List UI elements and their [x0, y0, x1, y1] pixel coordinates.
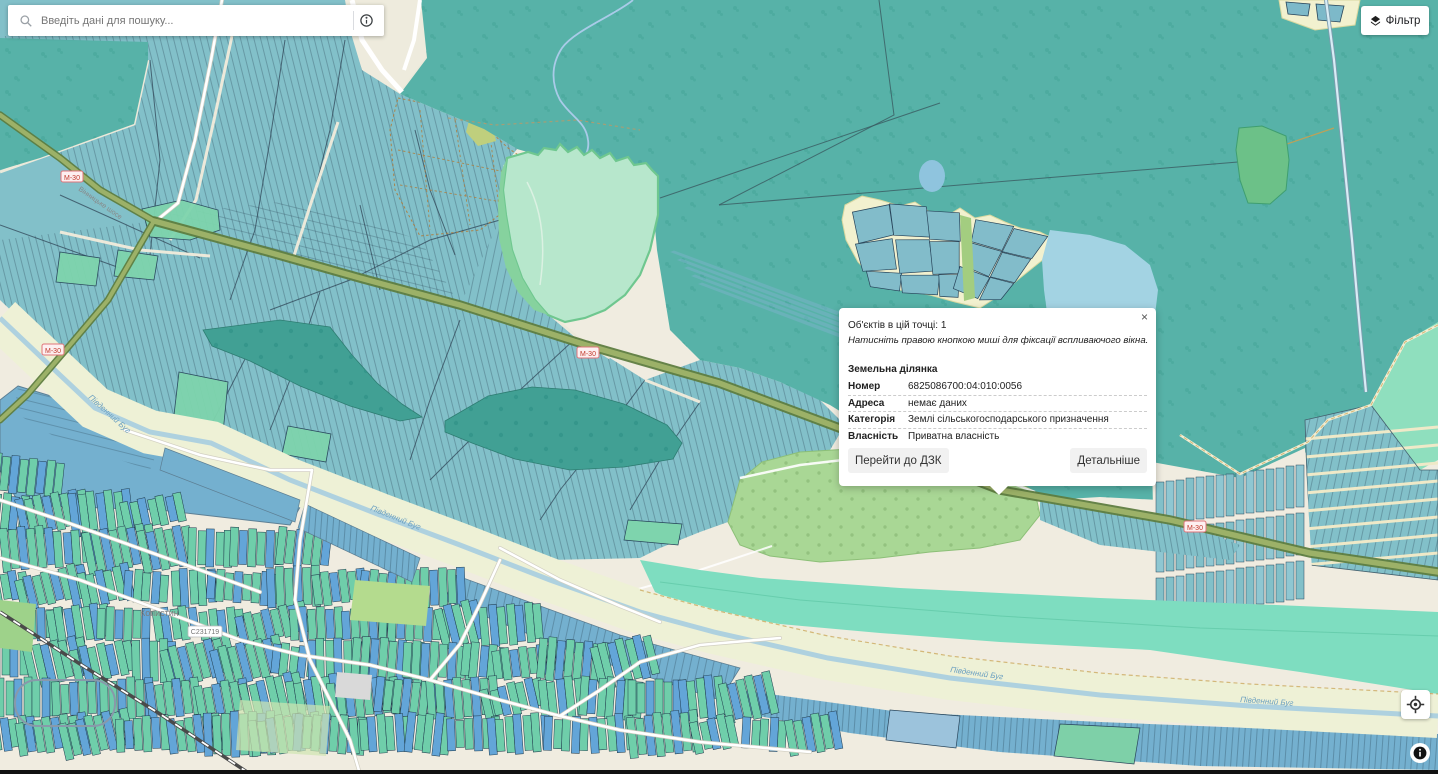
- svg-text:Копистин: Копистин: [140, 608, 179, 618]
- svg-text:С231719: С231719: [191, 629, 220, 636]
- svg-text:М-30: М-30: [580, 351, 596, 358]
- svg-text:М-30: М-30: [1187, 525, 1203, 532]
- svg-text:М-30: М-30: [45, 348, 61, 355]
- svg-text:М-30: М-30: [64, 175, 80, 182]
